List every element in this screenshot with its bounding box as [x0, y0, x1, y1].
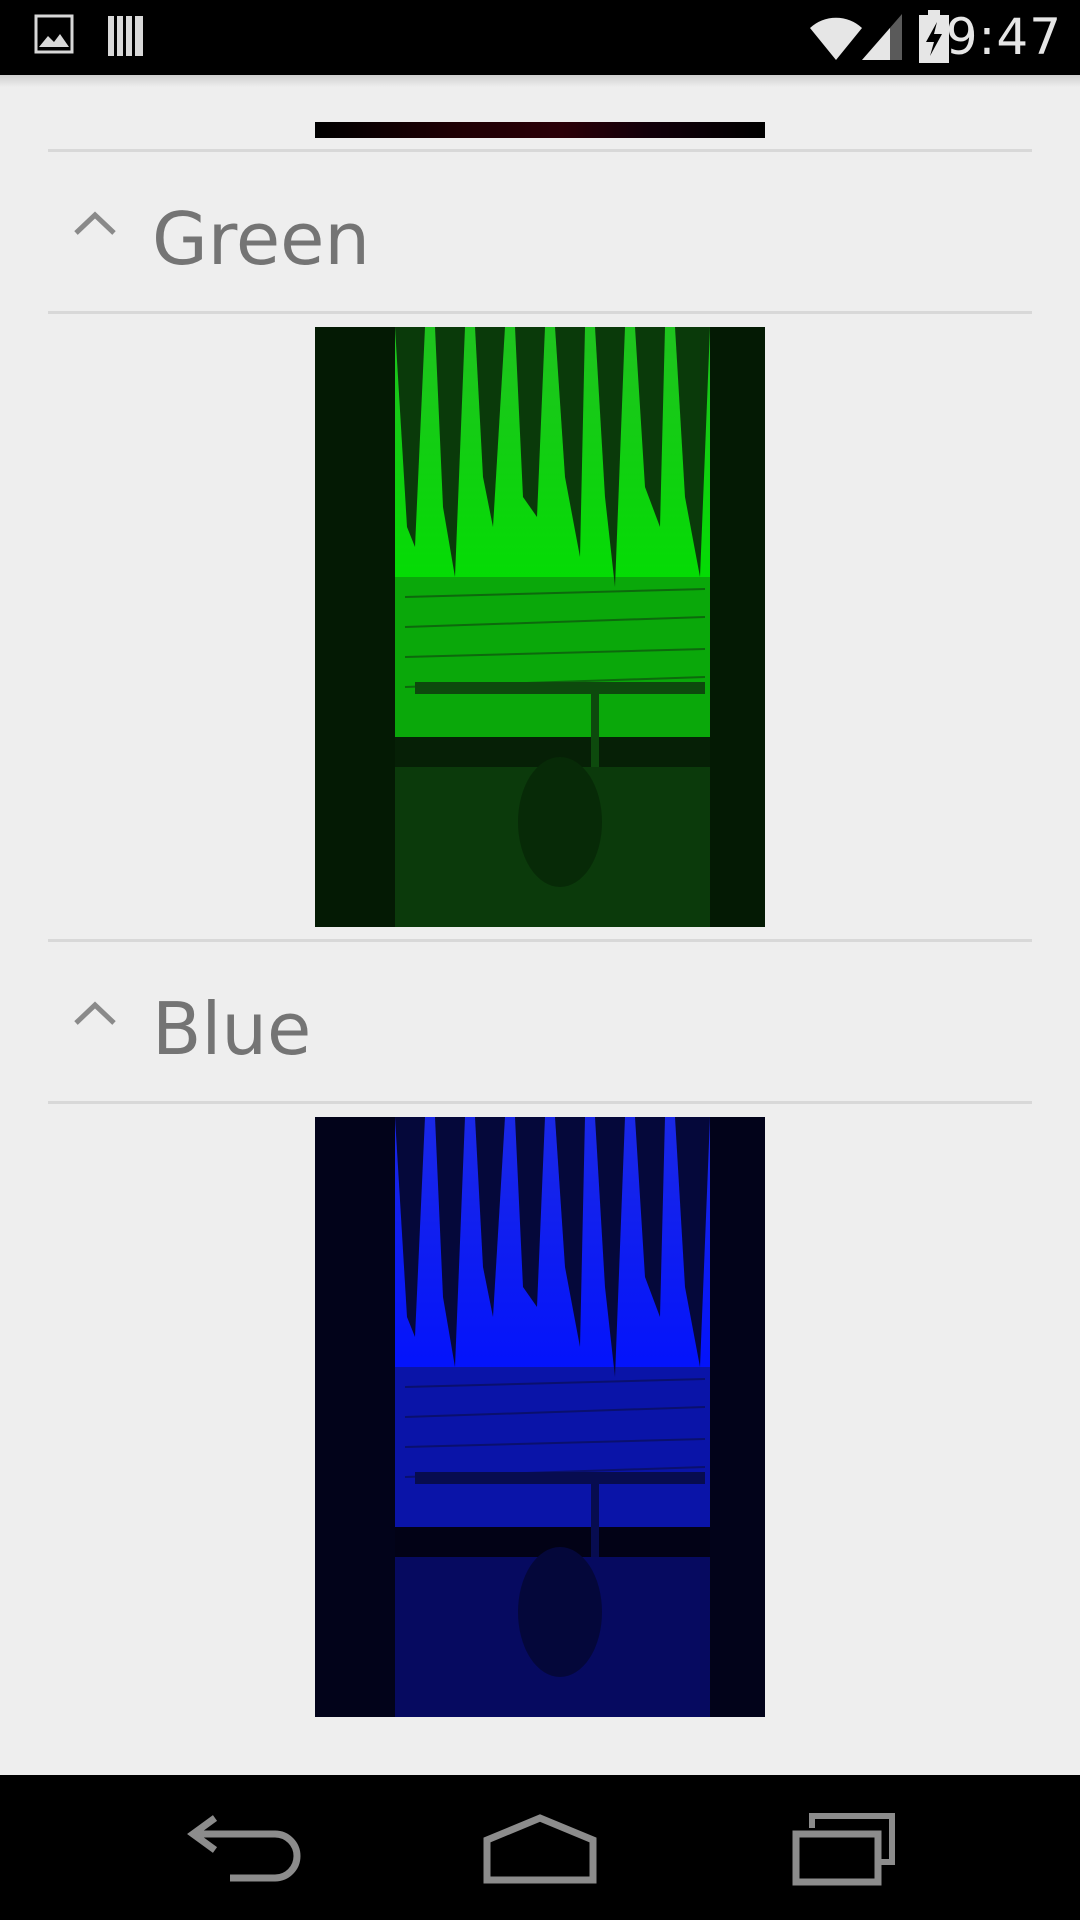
blue-channel-image: [315, 1117, 765, 1717]
back-icon[interactable]: [175, 1810, 305, 1890]
wifi-icon: [810, 17, 862, 60]
cell-signal-icon: [862, 14, 902, 60]
chevron-up-icon: [74, 211, 116, 235]
gallery-notification-icon: [34, 14, 74, 54]
clock: 9:47: [945, 8, 1062, 66]
status-bar: 9:47: [0, 0, 1080, 75]
section-title: Green: [152, 197, 371, 281]
content-list[interactable]: Green Blue: [0, 75, 1080, 1775]
divider: [48, 1101, 1032, 1104]
action-bar-shadow: [0, 75, 1080, 87]
section-header-blue[interactable]: Blue: [48, 945, 1032, 1105]
navigation-bar: [0, 1775, 1080, 1920]
bars-notification-icon: [108, 16, 143, 56]
green-channel-image: [315, 327, 765, 927]
chevron-up-icon: [74, 1001, 116, 1025]
divider: [48, 311, 1032, 314]
divider: [48, 939, 1032, 942]
home-icon[interactable]: [475, 1810, 605, 1890]
section-title: Blue: [152, 987, 312, 1071]
recent-apps-icon[interactable]: [780, 1810, 910, 1890]
divider: [48, 149, 1032, 152]
section-header-green[interactable]: Green: [48, 155, 1032, 315]
red-channel-image-partial: [315, 122, 765, 138]
